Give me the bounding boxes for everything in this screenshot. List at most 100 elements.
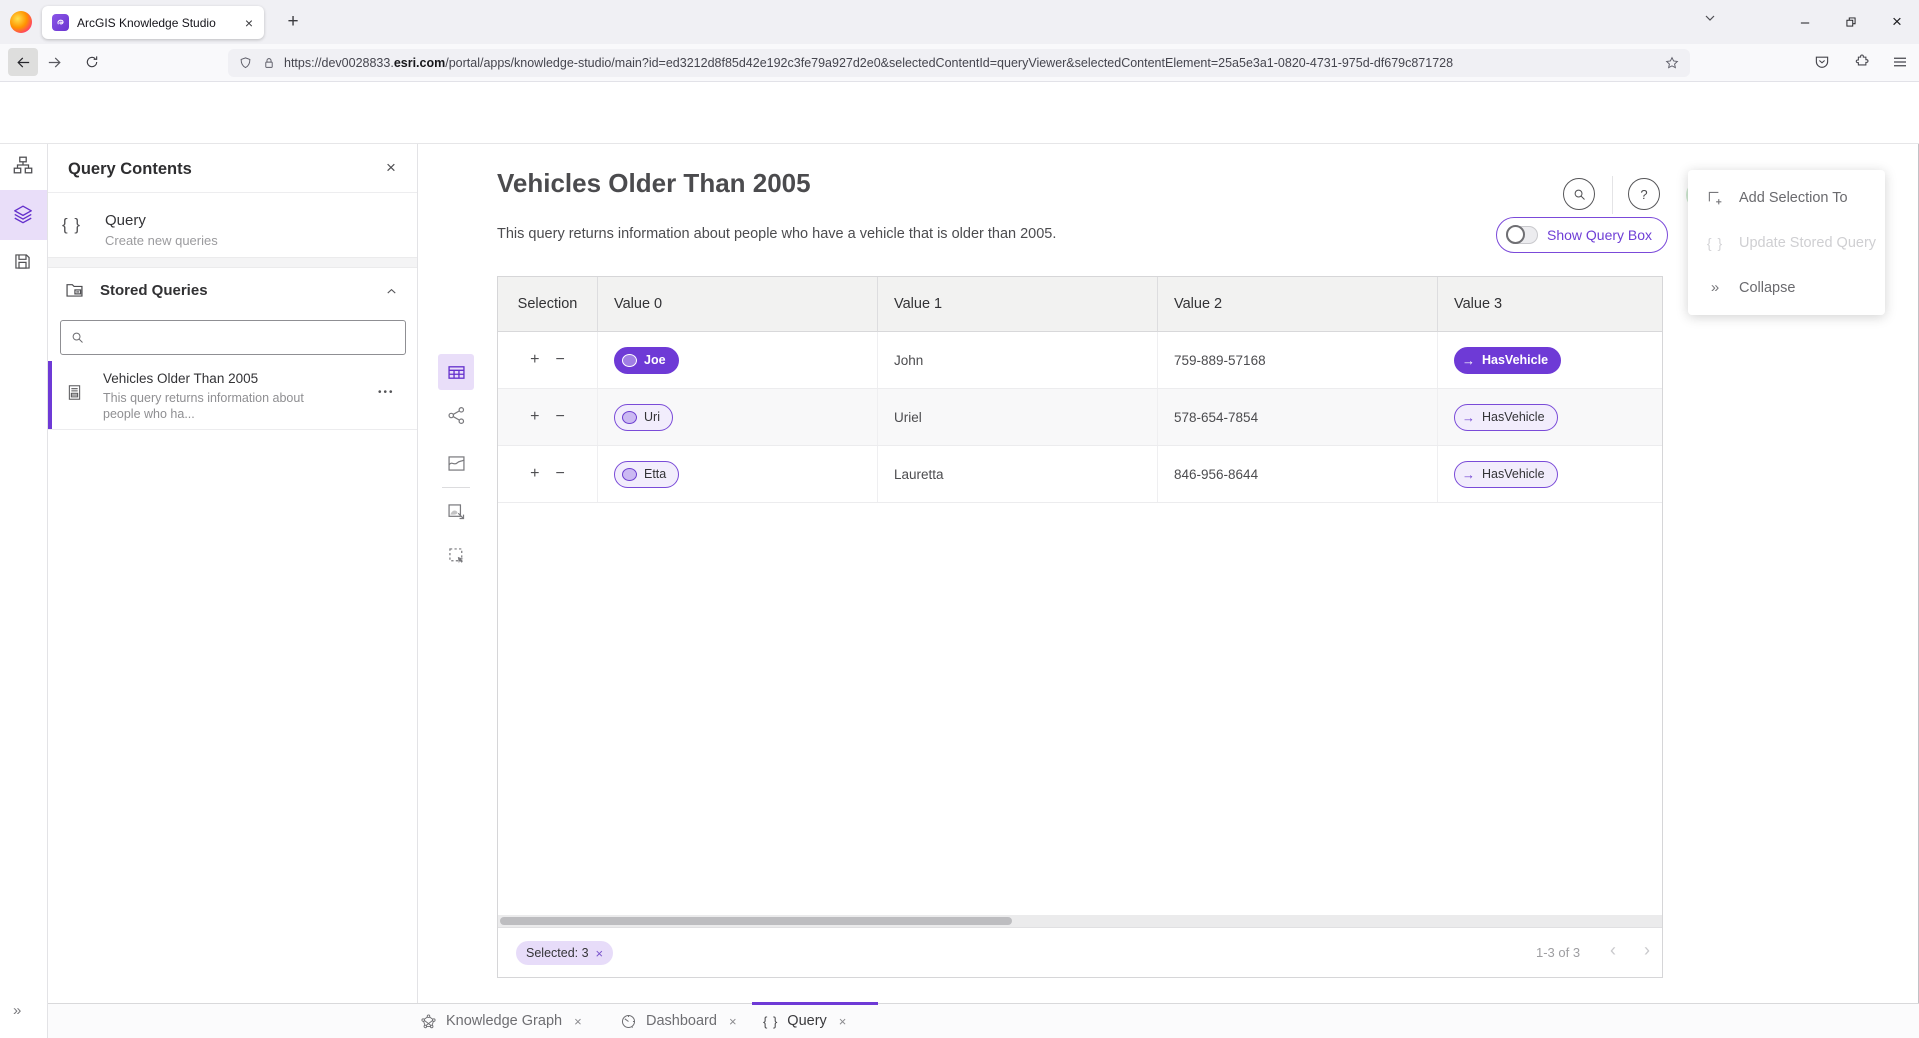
double-chevron-right-icon: » [1705,279,1725,296]
relationship-label: HasVehicle [1482,467,1545,481]
menu-item-collapse[interactable]: » Collapse [1688,265,1885,310]
table-body: +−JoeJohn759-889-57168→HasVehicle+−UriUr… [498,332,1662,503]
firefox-logo-icon[interactable] [10,11,32,33]
query-result-description: This query returns information about peo… [497,226,1056,242]
stored-queries-folder-icon [64,279,85,300]
add-to-selection-button[interactable]: + [530,465,539,483]
selection-tool-button[interactable] [438,537,474,573]
layers-icon[interactable] [12,203,36,227]
entity-pill[interactable]: Etta [614,461,679,488]
table-view-button[interactable] [438,354,474,390]
value-cell: 846-956-8644 [1158,446,1438,502]
new-tab-button[interactable]: + [280,9,306,35]
content-tab-bar: Knowledge Graph × Dashboard × { } Query … [48,1003,1919,1038]
remove-from-selection-button[interactable]: − [556,408,565,426]
column-header-value2[interactable]: Value 2 [1158,277,1438,331]
add-to-selection-button[interactable]: + [530,408,539,426]
pocket-icon[interactable] [1813,53,1831,71]
selected-indicator-bar [48,361,52,429]
map-view-button[interactable] [438,445,474,481]
braces-icon: { } [1705,235,1725,251]
clear-selection-icon[interactable]: × [596,946,604,961]
menu-hamburger-icon[interactable] [1891,53,1909,71]
app-header: Certification Project ? PL publisher2 la… [0,82,1919,144]
collapse-section-chevron-icon[interactable] [384,284,399,299]
scrollbar-thumb[interactable] [500,917,1012,925]
close-tab-icon[interactable]: × [729,1014,737,1029]
close-tab-icon[interactable]: × [839,1014,847,1029]
horizontal-scrollbar[interactable] [498,915,1662,927]
panel-close-icon[interactable]: × [386,158,396,178]
relationship-pill[interactable]: → HasVehicle [1454,404,1558,431]
data-model-tree-icon[interactable] [12,154,36,178]
menu-item-update-stored-query[interactable]: { } Update Stored Query [1688,220,1885,265]
help-button[interactable]: ? [1628,178,1660,210]
arrow-right-icon: → [1462,410,1475,425]
lock-icon[interactable] [262,56,276,70]
pagination-label: 1-3 of 3 [1536,945,1580,960]
selected-count-chip[interactable]: Selected: 3 × [516,941,613,965]
link-chart-view-button[interactable] [438,397,474,433]
remove-from-selection-button[interactable]: − [556,351,565,369]
add-selection-icon [1705,189,1725,207]
column-header-selection[interactable]: Selection [498,277,598,331]
column-header-value0[interactable]: Value 0 [598,277,878,331]
tab-dashboard[interactable]: Dashboard × [620,1004,737,1038]
extensions-puzzle-icon[interactable] [1852,53,1870,71]
entity-label: Uri [644,410,660,424]
column-header-value1[interactable]: Value 1 [878,277,1158,331]
results-table: Selection Value 0 Value 1 Value 2 Value … [497,276,1663,978]
divider [48,192,417,193]
entity-cell: Etta [598,446,878,502]
toggle-knob [1506,225,1525,244]
window-close-button[interactable]: × [1881,7,1913,37]
entity-pill[interactable]: Uri [614,404,673,431]
selection-cell: +− [498,446,598,502]
relationship-pill[interactable]: →HasVehicle [1454,461,1558,488]
expand-rail-icon[interactable]: » [13,1002,21,1019]
window-minimize-button[interactable]: – [1789,7,1821,37]
tab-query[interactable]: { } Query × [763,1004,846,1038]
stored-query-list-item[interactable]: Vehicles Older Than 2005 This query retu… [48,361,417,430]
browser-tabbar: ArcGIS Knowledge Studio × + – × [0,0,1919,44]
stored-query-description: This query returns information about peo… [103,390,304,422]
stored-queries-search[interactable] [60,320,406,355]
search-input[interactable] [92,329,396,346]
pagination-next-icon[interactable]: › [1644,940,1650,961]
toggle-track[interactable] [1506,226,1538,244]
entity-pill[interactable]: Joe [614,347,679,374]
tab-list-chevron-icon[interactable] [1702,10,1718,26]
shield-icon[interactable] [238,56,253,71]
back-button[interactable] [8,48,38,76]
header-divider [1612,176,1613,214]
search-button[interactable] [1563,178,1595,210]
tab-knowledge-graph[interactable]: Knowledge Graph × [420,1004,582,1038]
reload-button[interactable] [84,54,100,70]
relationship-cell: → HasVehicle [1438,389,1662,445]
stored-query-doc-icon [65,383,84,402]
item-options-ellipsis-icon[interactable]: ••• [378,387,395,398]
remove-from-selection-button[interactable]: − [556,465,565,483]
stored-queries-title: Stored Queries [100,282,208,299]
dashboard-gauge-icon [620,1013,637,1030]
relationship-label: HasVehicle [1482,410,1545,424]
value-cell: 759-889-57168 [1158,332,1438,388]
window-restore-button[interactable] [1835,7,1867,37]
add-to-map-button[interactable] [438,493,474,529]
column-header-value3[interactable]: Value 3 [1438,277,1662,331]
add-to-selection-button[interactable]: + [530,351,539,369]
value-cell: 578-654-7854 [1158,389,1438,445]
save-icon[interactable] [12,251,36,275]
entity-cell: Uri [598,389,878,445]
pagination-prev-icon[interactable]: ‹ [1610,940,1616,961]
menu-item-add-selection-to[interactable]: Add Selection To [1688,175,1885,220]
forward-button[interactable] [46,54,63,71]
url-bar[interactable]: https://dev0028833.esri.com/portal/apps/… [228,49,1690,77]
browser-tab-active[interactable]: ArcGIS Knowledge Studio × [42,6,264,39]
close-tab-icon[interactable]: × [574,1014,582,1029]
relationship-pill[interactable]: →HasVehicle [1454,347,1561,374]
show-query-box-toggle[interactable]: Show Query Box [1496,217,1668,253]
entity-label: Etta [644,467,666,481]
tab-close-icon[interactable]: × [242,15,256,31]
bookmark-star-icon[interactable] [1664,55,1680,71]
